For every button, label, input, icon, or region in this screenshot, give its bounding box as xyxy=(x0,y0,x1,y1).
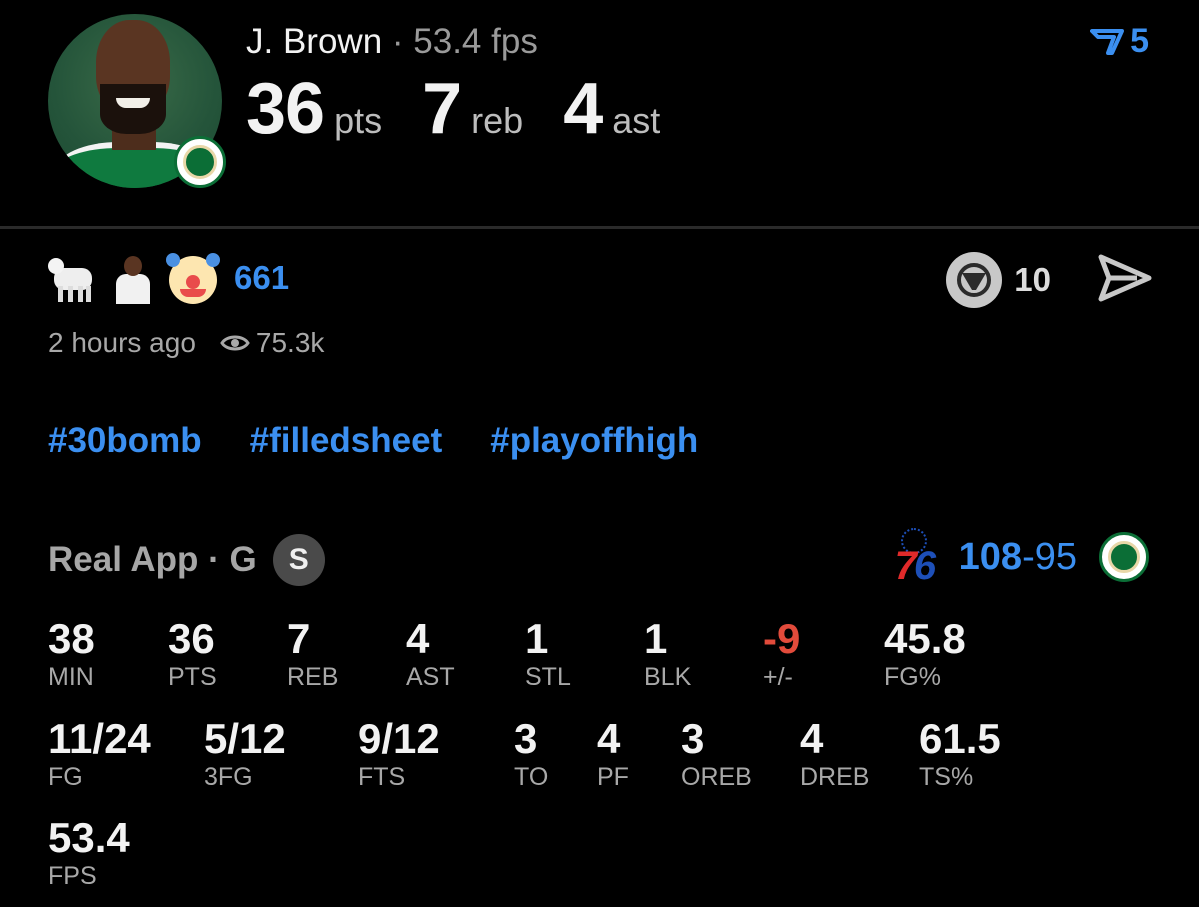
stat-stl: 1 STL xyxy=(525,616,571,692)
views-count: 75.3k xyxy=(255,327,325,358)
big-stat-line: 36 pts 7 reb 4 ast xyxy=(246,68,700,150)
stat-label: +/- xyxy=(763,663,793,691)
stat-fg-pct: 45.8 FG% xyxy=(884,616,966,692)
views-count-wrap: 75.3k xyxy=(220,327,325,359)
stat-oreb: 3 OREB xyxy=(681,716,752,792)
reaction-count[interactable]: 661 xyxy=(234,259,289,297)
stat-label: FG xyxy=(48,763,83,791)
post-meta: 2 hours ago 75.3k xyxy=(48,327,324,359)
clown-emoji-icon xyxy=(166,251,220,305)
stat-value: 3 xyxy=(681,715,705,762)
player-emoji-icon xyxy=(110,252,156,304)
player-name[interactable]: J. Brown xyxy=(246,22,382,61)
stat-label: STL xyxy=(525,663,571,691)
stat-label: PTS xyxy=(168,663,217,691)
big-stat-pts-value: 36 xyxy=(246,69,325,149)
eye-icon xyxy=(220,335,250,351)
stat-blk: 1 BLK xyxy=(644,616,691,692)
stat-value: 4 xyxy=(597,715,621,762)
stat-label: FG% xyxy=(884,663,941,691)
player-fps: 53.4 fps xyxy=(413,22,538,61)
stat-ts-pct: 61.5 TS% xyxy=(919,716,1001,792)
avatar-beard xyxy=(100,84,166,134)
big-stat-reb-unit: reb xyxy=(471,100,524,141)
team-a-score: 108 xyxy=(958,535,1023,578)
stat-value: 36 xyxy=(168,615,215,662)
post-time: 2 hours ago xyxy=(48,327,196,358)
stat-label: TS% xyxy=(919,763,974,791)
stat-value: 5/12 xyxy=(204,715,286,762)
vote-icon xyxy=(946,252,1003,308)
stat-value: 45.8 xyxy=(884,615,966,662)
celtics-logo-icon xyxy=(174,136,226,188)
stat-fps: 53.4 FPS xyxy=(48,815,130,891)
stat-label: FPS xyxy=(48,862,97,890)
stat-value: 9/12 xyxy=(358,715,440,762)
big-stat-ast-unit: ast xyxy=(612,100,661,141)
hashtag-link[interactable]: #30bomb xyxy=(48,421,202,461)
stat-value: 11/24 xyxy=(48,715,151,762)
stat-to: 3 TO xyxy=(514,716,548,792)
source-label: Real App · G xyxy=(48,540,257,579)
stat-label: BLK xyxy=(644,663,692,691)
filter-icon xyxy=(1090,28,1125,55)
stat-reb: 7 REB xyxy=(287,616,338,692)
stat-value: 7 xyxy=(287,615,311,662)
stat-label: FTS xyxy=(358,763,406,791)
hashtag-link[interactable]: #playoffhigh xyxy=(490,421,698,461)
big-stat-ast-value: 4 xyxy=(563,69,603,149)
stat-label: 3FG xyxy=(204,763,253,791)
title-separator: · xyxy=(391,22,404,61)
stat-ast: 4 AST xyxy=(406,616,455,692)
stat-label: AST xyxy=(406,663,455,691)
stat-label: PF xyxy=(597,763,629,791)
share-icon[interactable] xyxy=(1097,253,1153,303)
goat-emoji-icon xyxy=(48,252,100,304)
player-title-line: J. Brown · 53.4 fps xyxy=(246,22,538,62)
stat-value: 4 xyxy=(406,615,430,662)
stat-fts: 9/12 FTS xyxy=(358,716,440,792)
filter-count: 5 xyxy=(1130,22,1149,60)
game-score[interactable]: 76 108-95 xyxy=(895,528,1149,588)
stat-label: TO xyxy=(514,763,549,791)
stat-value: 53.4 xyxy=(48,814,130,861)
big-stat-pts-unit: pts xyxy=(334,100,383,141)
stat-3fg: 5/12 3FG xyxy=(204,716,286,792)
stat-value: 1 xyxy=(525,615,549,662)
source-line: Real App · G S xyxy=(48,534,325,586)
stat-label: REB xyxy=(287,663,339,691)
stat-plus-minus: -9 +/- xyxy=(763,616,800,692)
stat-dreb: 4 DREB xyxy=(800,716,869,792)
stat-fg: 11/24 FG xyxy=(48,716,151,792)
stat-value: 3 xyxy=(514,715,538,762)
stat-value: 38 xyxy=(48,615,95,662)
stat-pf: 4 PF xyxy=(597,716,629,792)
stat-label: MIN xyxy=(48,663,94,691)
76ers-logo-icon: 76 xyxy=(895,528,951,588)
vote-count: 10 xyxy=(1014,261,1051,298)
source-badge[interactable]: S xyxy=(272,534,325,586)
reactions-bar[interactable]: 661 xyxy=(48,250,289,306)
header-divider xyxy=(0,226,1199,229)
team-b-score: 95 xyxy=(1034,535,1077,578)
score-dash: - xyxy=(1022,535,1035,578)
big-stat-reb-value: 7 xyxy=(422,69,462,149)
stat-value: 1 xyxy=(644,615,668,662)
hashtag-link[interactable]: #filledsheet xyxy=(250,421,443,461)
stat-value: -9 xyxy=(763,615,801,662)
stat-label: OREB xyxy=(681,763,752,791)
hashtags: #30bomb #filledsheet #playoffhigh xyxy=(48,421,698,461)
avatar-smile xyxy=(116,98,150,108)
stat-value: 4 xyxy=(800,715,824,762)
stat-min: 38 MIN xyxy=(48,616,95,692)
vote-button[interactable]: 10 xyxy=(946,252,1051,308)
stat-label: DREB xyxy=(800,763,870,791)
stat-value: 61.5 xyxy=(919,715,1001,762)
stat-pts: 36 PTS xyxy=(168,616,217,692)
celtics-logo-icon xyxy=(1099,532,1149,582)
filter-button[interactable]: 5 xyxy=(1090,22,1149,61)
